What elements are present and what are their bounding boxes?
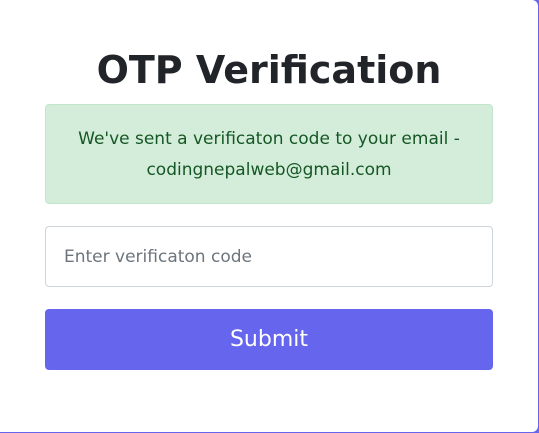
submit-button[interactable]: Submit [45, 309, 493, 370]
otp-form-card: OTP Verification We've sent a verificato… [0, 0, 538, 432]
form-title: OTP Verification [96, 48, 442, 92]
otp-code-input[interactable] [45, 226, 493, 287]
success-alert: We've sent a verificaton code to your em… [45, 104, 493, 204]
